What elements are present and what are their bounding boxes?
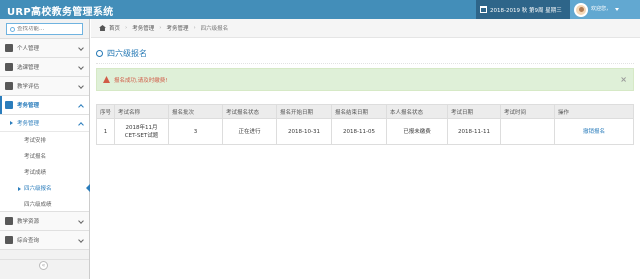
calendar-icon [480, 6, 487, 13]
warning-icon [103, 76, 110, 83]
sidebar-item-personal[interactable]: 个人管理 [0, 39, 89, 58]
breadcrumb-separator: › [125, 25, 128, 31]
sidebar-item-label: 教学资源 [17, 219, 40, 225]
search-box[interactable] [6, 23, 83, 35]
cell-batch: 3 [168, 118, 223, 145]
search-icon [10, 26, 15, 32]
cell-start: 2018-10-31 [276, 118, 332, 145]
picture-icon [5, 236, 13, 244]
search-input[interactable] [17, 26, 77, 32]
caret-right-icon [18, 187, 21, 191]
cet-signup-table: 序号 考试名称 报名批次 考试报名状态 报名开始日期 报名结束日期 本人报名状态… [96, 104, 634, 145]
sidebar-leaf-exam-signup[interactable]: 考试报名 [0, 148, 89, 164]
breadcrumb-separator: › [193, 25, 196, 31]
chevron-down-icon [78, 45, 84, 51]
term-text: 2018-2019 秋 第9周 星期三 [490, 7, 562, 14]
col-header-batch: 报名批次 [168, 104, 223, 119]
sidebar-leaf-cet-scores[interactable]: 四六级成绩 [0, 196, 89, 212]
sidebar-item-label: 个人管理 [17, 46, 40, 52]
sidebar-collapse: « [0, 259, 89, 270]
sidebar-leaf-label: 四六级报名 [24, 186, 52, 192]
welcome-label: 欢迎您， [591, 6, 612, 12]
sidebar-item-label: 考务管理 [17, 103, 40, 109]
sidebar-item-resources[interactable]: 教学资源 [0, 212, 89, 231]
cancel-signup-link[interactable]: 撤销报名 [583, 129, 605, 135]
cell-action: 撤销报名 [554, 118, 634, 145]
cell-name: 2018年11月 CET-SET试题 [114, 118, 169, 145]
col-header-name: 考试名称 [114, 104, 169, 119]
dashboard-icon [5, 44, 13, 52]
wrench-icon [96, 50, 103, 57]
chevron-down-icon [78, 218, 84, 224]
chevron-down-icon [78, 237, 84, 243]
sidebar-search [0, 19, 89, 39]
chevron-up-icon [78, 122, 84, 128]
top-navbar: URP高校教务管理系统 2018-2019 秋 第9周 星期三 欢迎您， [0, 0, 640, 19]
calendar-icon [5, 217, 13, 225]
col-header-action: 操作 [554, 104, 634, 119]
edit-icon [5, 82, 13, 90]
page-title: 四六级报名 [107, 49, 147, 58]
col-header-my-status: 本人报名状态 [386, 104, 448, 119]
col-header-index: 序号 [96, 104, 115, 119]
sidebar-subgroup-exam[interactable]: 考务管理 [0, 115, 89, 132]
chevron-down-icon [78, 83, 84, 89]
col-header-end: 报名结束日期 [331, 104, 387, 119]
cell-end: 2018-11-05 [331, 118, 387, 145]
table-row: 1 2018年11月 CET-SET试题 3 正在进行 2018-10-31 2… [96, 118, 634, 145]
sidebar-item-label: 选课管理 [17, 65, 40, 71]
breadcrumb-separator: › [159, 25, 162, 31]
home-icon [99, 25, 106, 31]
sidebar-leaf-exam-schedule[interactable]: 考试安排 [0, 132, 89, 148]
caret-down-icon [615, 8, 620, 11]
sidebar-item-course[interactable]: 选课管理 [0, 58, 89, 77]
cell-my-status: 已报未缴费 [386, 118, 448, 145]
sidebar-item-query[interactable]: 综合查询 [0, 231, 89, 250]
col-header-start: 报名开始日期 [276, 104, 332, 119]
sidebar-item-label: 综合查询 [17, 238, 40, 244]
sidebar-leaf-exam-scores[interactable]: 考试成绩 [0, 164, 89, 180]
user-menu[interactable]: 欢迎您， [570, 0, 640, 19]
collapse-button[interactable]: « [39, 261, 48, 270]
cell-name-line2: CET-SET试题 [124, 132, 159, 139]
cell-index: 1 [96, 118, 115, 145]
breadcrumb-level1[interactable]: 考务管理 [132, 24, 154, 32]
chevron-down-icon [78, 64, 84, 70]
sidebar-item-exam[interactable]: 考务管理 [0, 96, 89, 115]
page-header: 四六级报名 [96, 44, 634, 64]
sidebar: 个人管理 选课管理 教学评估 考务管理 考务管理 考试安排 考试报名 考试成绩 … [0, 19, 90, 279]
avatar [574, 2, 588, 17]
breadcrumb-current: 四六级报名 [200, 26, 229, 32]
col-header-exam-time: 考试时间 [500, 104, 555, 119]
alert-message: 报名成功,请及时缴费! [114, 77, 168, 84]
col-header-exam-status: 考试报名状态 [222, 104, 277, 119]
app-title: URP高校教务管理系统 [7, 7, 114, 18]
sidebar-item-evaluation[interactable]: 教学评估 [0, 77, 89, 96]
breadcrumb: 首页 › 考务管理 › 考务管理 › 四六级报名 [91, 19, 640, 38]
col-header-exam-date: 考试日期 [447, 104, 501, 119]
cell-exam-status: 正在进行 [222, 118, 277, 145]
term-info: 2018-2019 秋 第9周 星期三 [476, 0, 570, 19]
success-alert: 报名成功,请及时缴费! × [96, 68, 634, 91]
breadcrumb-level2[interactable]: 考务管理 [166, 24, 188, 32]
caret-right-icon [10, 121, 13, 125]
cell-name-line1: 2018年11月 [125, 124, 158, 131]
desktop-icon [5, 63, 13, 71]
cell-exam-time [500, 118, 555, 145]
sidebar-leaf-cet-signup[interactable]: 四六级报名 [0, 180, 90, 196]
close-icon[interactable]: × [620, 75, 627, 84]
table-header-row: 序号 考试名称 报名批次 考试报名状态 报名开始日期 报名结束日期 本人报名状态… [96, 104, 634, 119]
breadcrumb-home[interactable]: 首页 [109, 24, 120, 32]
sidebar-item-label: 教学评估 [17, 84, 40, 90]
list-icon [5, 101, 13, 109]
sidebar-subgroup-label: 考务管理 [17, 121, 40, 127]
cell-exam-date: 2018-11-11 [447, 118, 501, 145]
chevron-up-icon [78, 104, 84, 110]
welcome-text: 欢迎您， [591, 6, 611, 13]
